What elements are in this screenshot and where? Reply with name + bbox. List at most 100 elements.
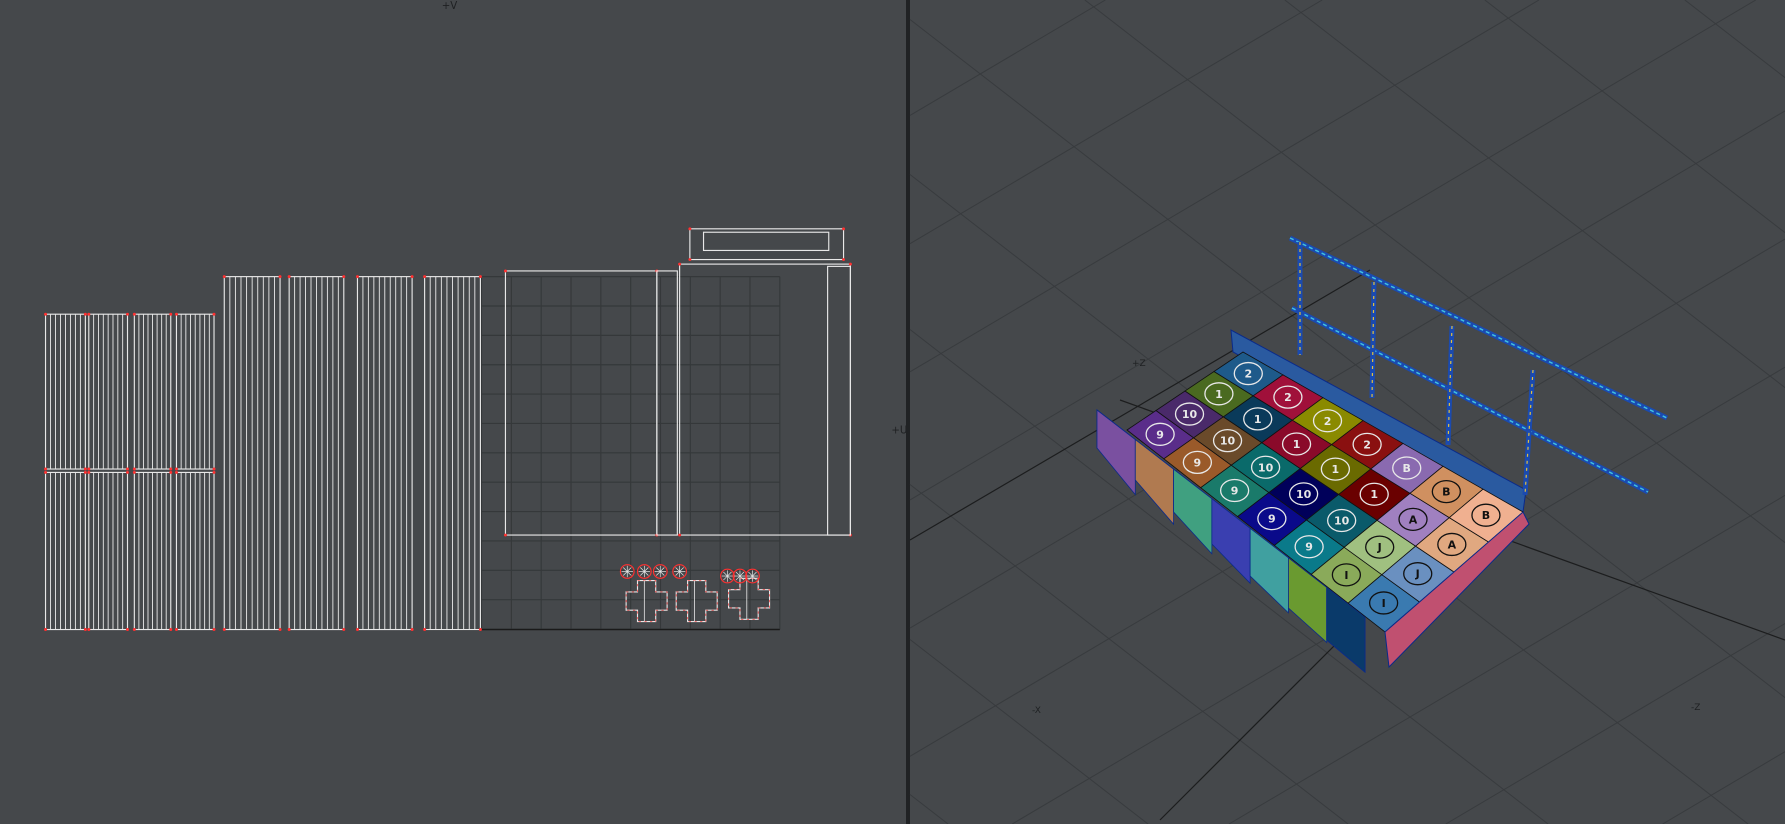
- uv-seam-vertex: [212, 470, 216, 474]
- grid-line: [909, 0, 1323, 245]
- uv-island-border: [689, 228, 845, 261]
- tile-label: 1: [1215, 388, 1223, 401]
- wall-panel: [1096, 409, 1136, 496]
- uv-seam: [675, 580, 718, 622]
- uv-small-disc: [636, 564, 652, 579]
- tile-label: A: [1409, 513, 1418, 526]
- tile-label: 10: [1334, 514, 1350, 527]
- grid-line: [1445, 623, 1785, 824]
- uv-seam-vertex: [174, 467, 178, 471]
- grid-line: [909, 794, 949, 824]
- uv-seam-vertex: [44, 312, 48, 316]
- tile-label: B: [1403, 462, 1411, 475]
- uv-seam-vertex: [355, 275, 359, 279]
- uv-seam-vertex: [478, 628, 482, 632]
- tile-label: I: [1382, 597, 1386, 610]
- uv-seam-vertex: [212, 628, 216, 632]
- uv-island-border: [827, 265, 851, 536]
- grid-line: [909, 639, 1149, 824]
- uv-island: [503, 269, 659, 537]
- uv-island: [222, 275, 282, 632]
- uv-island: [355, 275, 414, 632]
- uv-seam-vertex: [688, 227, 692, 231]
- uv-small-disc: [672, 564, 688, 579]
- uv-island: [174, 312, 216, 471]
- tile-label: 1: [1293, 438, 1301, 451]
- uv-island: [287, 275, 346, 632]
- uv-bolt-island: [675, 580, 718, 623]
- tile-label: 2: [1324, 415, 1332, 428]
- uv-island-border: [702, 231, 830, 252]
- uv-small-disc: [652, 564, 668, 579]
- uv-seam-vertex: [278, 275, 282, 279]
- uv-island-border: [679, 263, 851, 536]
- uv-seam-vertex: [169, 312, 173, 316]
- axis-x-neg-label: -X: [1032, 706, 1041, 716]
- uv-seam-vertex: [132, 467, 136, 471]
- uv-axis-v-label: +V: [442, 0, 458, 12]
- grid-line: [1284, 0, 1785, 389]
- uv-axis-u-label: +U: [891, 425, 907, 437]
- uv-seam-vertex: [222, 628, 226, 632]
- tile-label: 9: [1194, 456, 1202, 469]
- grid-line: [909, 0, 1540, 373]
- uv-seam-vertex: [132, 470, 136, 474]
- uv-seam-vertex: [678, 533, 682, 537]
- uv-edge: [728, 577, 771, 620]
- uv-small-disc: [720, 568, 735, 584]
- tile-label: 9: [1231, 485, 1239, 498]
- tile-label: 2: [1284, 391, 1292, 404]
- axis-z-pos-label: +Z: [1132, 359, 1146, 369]
- uv-island-border: [504, 270, 658, 536]
- uv-seam-vertex: [478, 275, 482, 279]
- uv-seam-vertex: [342, 628, 346, 632]
- tile-label: 2: [1244, 368, 1252, 381]
- uv-small-disc: [619, 564, 635, 579]
- uv-seam-vertex: [44, 467, 48, 471]
- tile-label: 10: [1220, 435, 1236, 448]
- 3d-viewport[interactable]: 910129101291012910129101BIJABIJAB +Z -X …: [909, 0, 1785, 824]
- uv-seam-vertex: [212, 467, 216, 471]
- uv-editor-viewport[interactable]: +V +U: [44, 0, 907, 632]
- uv-seam-vertex: [212, 312, 216, 316]
- uv-seam-vertex: [126, 470, 129, 474]
- uv-seam-vertex: [126, 312, 129, 316]
- uv-seam-vertex: [842, 258, 846, 262]
- uv-seam-vertex: [83, 628, 87, 632]
- uv-seam-vertex: [174, 628, 178, 632]
- viewport-divider[interactable]: [906, 0, 910, 824]
- uv-seam-vertex: [132, 312, 136, 316]
- uv-seam-vertex: [174, 312, 178, 316]
- uv-seam-vertex: [503, 269, 507, 273]
- tile-label: 10: [1182, 408, 1198, 421]
- uv-seam-vertex: [342, 275, 346, 279]
- viewports[interactable]: +V +U 910129101291012910129101BIJABIJAB …: [0, 0, 1785, 824]
- uv-seam-vertex: [287, 628, 291, 632]
- uv-seam-vertex: [503, 533, 507, 537]
- axis-z-neg-label: -Z: [1691, 703, 1700, 713]
- tile-label: A: [1448, 538, 1457, 551]
- uv-island: [44, 470, 87, 632]
- uv-seam-vertex: [169, 470, 173, 474]
- tile-label: B: [1482, 509, 1490, 522]
- uv-seam-vertex: [848, 262, 852, 266]
- tile-label: 1: [1370, 488, 1378, 501]
- tile-label: 10: [1258, 461, 1274, 474]
- grid-line: [1684, 0, 1785, 79]
- uv-seam-vertex: [83, 467, 87, 471]
- bridge-model[interactable]: 9 10 1 2 9 10 1 2 9 10 1 2 9 10 1 2 9 10 1 B I J A B I J A B: [1096, 235, 1669, 674]
- uv-seam: [728, 577, 770, 620]
- uv-seam-vertex: [44, 470, 48, 474]
- grid-line: [909, 0, 1106, 116]
- uv-seam-vertex: [87, 312, 91, 316]
- grid-line: [1662, 751, 1785, 824]
- uv-seam-vertex: [87, 628, 91, 632]
- tile-label: 9: [1156, 428, 1164, 441]
- tile-label: 1: [1332, 463, 1340, 476]
- tile-label: 10: [1296, 488, 1312, 501]
- uv-seam-vertex: [423, 628, 427, 632]
- uv-seam-vertex: [410, 628, 414, 632]
- uv-seam-vertex: [126, 467, 129, 471]
- tile-label: 2: [1363, 438, 1371, 451]
- uv-islands[interactable]: [44, 227, 852, 632]
